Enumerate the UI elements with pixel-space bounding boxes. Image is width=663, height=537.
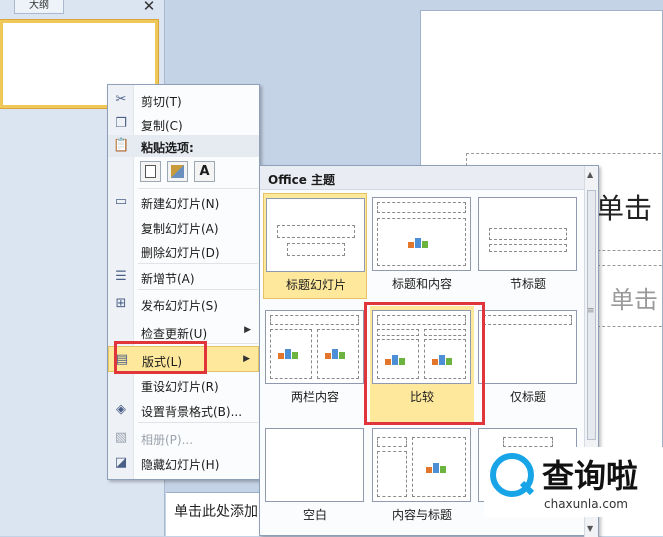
content-placeholder-icon xyxy=(278,345,304,359)
menu-item-hide-slide[interactable]: ◪ 隐藏幻灯片(H) xyxy=(108,452,259,474)
paste-keep-source-icon xyxy=(145,165,156,178)
menu-item-label: 复制(C) xyxy=(141,119,183,133)
menu-separator xyxy=(138,263,258,264)
menu-item-label: 发布幻灯片(S) xyxy=(141,299,218,313)
watermark: 查询啦 chaxunla.com xyxy=(484,447,663,517)
layout-thumbnail xyxy=(478,197,577,271)
gallery-title: Office 主题 xyxy=(268,173,336,187)
layout-thumbnail xyxy=(265,428,364,502)
menu-item-label: 复制幻灯片(A) xyxy=(141,222,219,236)
watermark-brand: 查询啦 xyxy=(542,457,639,495)
notes-text: 单击此处添加 xyxy=(174,504,258,520)
menu-item-copy[interactable]: ❐ 复制(C) xyxy=(108,113,259,135)
menu-item-label: 检查更新(U) xyxy=(141,327,208,341)
menu-item-new-slide[interactable]: ▭ 新建幻灯片(N) xyxy=(108,191,259,213)
menu-item-label: 设置背景格式(B)... xyxy=(141,405,243,419)
title-placeholder-text: 单击 xyxy=(596,192,653,225)
layout-caption: 标题和内容 xyxy=(391,277,452,291)
submenu-arrow-icon: ▶ xyxy=(244,325,251,335)
scroll-up-icon[interactable]: ▲ xyxy=(587,170,593,179)
close-icon[interactable]: ✕ xyxy=(141,0,157,14)
layout-thumbnail xyxy=(372,197,471,271)
paste-picture-icon xyxy=(171,165,184,178)
watermark-domain: chaxunla.com xyxy=(544,497,628,511)
layout-thumbnail xyxy=(478,310,577,384)
menu-item-label: 删除幻灯片(D) xyxy=(141,246,220,260)
menu-item-label: 重设幻灯片(R) xyxy=(141,380,219,394)
menu-separator xyxy=(138,289,258,290)
paste-keep-source-button[interactable] xyxy=(140,161,161,182)
paste-icon: 📋 xyxy=(113,138,130,153)
menu-item-delete-slide[interactable]: 删除幻灯片(D) xyxy=(108,240,259,262)
menu-separator xyxy=(138,188,258,189)
menu-item-reset-slide[interactable]: 重设幻灯片(R) xyxy=(108,374,259,396)
paste-options-label: 粘贴选项: xyxy=(141,141,194,155)
paste-options-header: 📋 粘贴选项: xyxy=(108,135,259,157)
hide-slide-icon: ◪ xyxy=(114,455,128,470)
layout-thumbnail xyxy=(372,428,471,502)
menu-item-label: 相册(P)... xyxy=(141,433,194,447)
outline-tab[interactable]: 大纲 xyxy=(14,0,64,14)
layout-thumbnail xyxy=(265,310,364,384)
layout-caption: 仅标题 xyxy=(509,390,546,404)
subtitle-placeholder-text: 单击 xyxy=(610,286,658,314)
menu-separator xyxy=(138,422,258,423)
layout-content-with-caption[interactable]: 内容与标题 xyxy=(370,424,474,530)
layout-section-header[interactable]: 节标题 xyxy=(476,193,580,299)
layout-thumbnail xyxy=(266,198,365,272)
menu-item-check-updates[interactable]: 检查更新(U) ▶ xyxy=(108,321,259,343)
layout-title-slide[interactable]: 标题幻灯片 xyxy=(263,193,367,299)
scroll-down-icon[interactable]: ▼ xyxy=(587,524,593,533)
layout-caption: 标题幻灯片 xyxy=(285,278,346,292)
menu-item-format-background[interactable]: ◈ 设置背景格式(B)... xyxy=(108,399,259,421)
menu-item-add-section[interactable]: ☰ 新增节(A) xyxy=(108,266,259,288)
cut-icon: ✂ xyxy=(115,92,127,107)
publish-slides-icon: ⊞ xyxy=(115,296,127,311)
menu-item-duplicate-slide[interactable]: 复制幻灯片(A) xyxy=(108,216,259,238)
paste-text-only-button[interactable]: A xyxy=(194,161,215,182)
menu-item-photo-album: ▧ 相册(P)... xyxy=(108,427,259,449)
scroll-grip-icon: ≡ xyxy=(587,306,595,316)
content-placeholder-icon xyxy=(325,345,351,359)
paste-picture-button[interactable] xyxy=(167,161,188,182)
copy-icon: ❐ xyxy=(115,116,127,131)
menu-item-cut[interactable]: ✂ 剪切(T) xyxy=(108,89,259,111)
menu-item-label: 剪切(T) xyxy=(141,95,182,109)
layout-title-only[interactable]: 仅标题 xyxy=(476,306,580,412)
layout-blank[interactable]: 空白 xyxy=(263,424,367,530)
add-section-icon: ☰ xyxy=(115,269,127,284)
submenu-arrow-icon: ▶ xyxy=(243,354,250,364)
background-format-icon: ◈ xyxy=(116,402,126,417)
layout-title-and-content[interactable]: 标题和内容 xyxy=(370,193,474,299)
layout-highlight-box xyxy=(114,341,207,374)
photo-album-icon: ▧ xyxy=(114,430,128,445)
context-menu: ✂ 剪切(T) ❐ 复制(C) 📋 粘贴选项: A ▭ 新建幻灯片(N) 复制幻… xyxy=(107,84,260,480)
content-placeholder-icon xyxy=(426,459,452,473)
new-slide-icon: ▭ xyxy=(114,194,128,209)
menu-item-label: 新建幻灯片(N) xyxy=(141,197,220,211)
menu-item-label: 新增节(A) xyxy=(141,272,195,286)
search-logo-icon xyxy=(490,453,535,497)
layout-two-content[interactable]: 两栏内容 xyxy=(263,306,367,412)
layout-caption: 空白 xyxy=(302,508,327,522)
content-placeholder-icon xyxy=(408,234,434,248)
layout-caption: 内容与标题 xyxy=(391,508,452,522)
layout-caption: 节标题 xyxy=(509,277,546,291)
comparison-highlight-box xyxy=(364,302,485,425)
menu-item-publish-slides[interactable]: ⊞ 发布幻灯片(S) xyxy=(108,293,259,315)
menu-item-label: 隐藏幻灯片(H) xyxy=(141,458,220,472)
layout-caption: 两栏内容 xyxy=(290,390,339,404)
gallery-header: Office 主题 xyxy=(260,166,586,190)
